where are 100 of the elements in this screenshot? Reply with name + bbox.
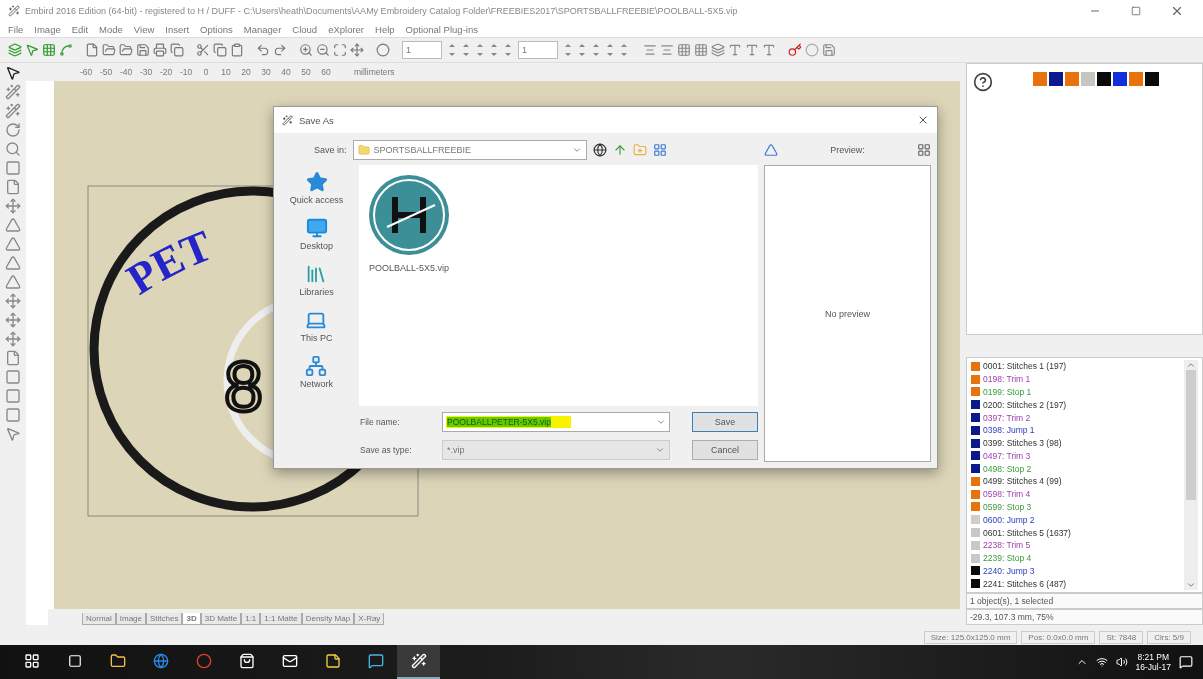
object-list-item[interactable]: 0200: Stitches 2 (197) [983,399,1067,410]
object-list-item[interactable]: 0198: Trim 1 [983,374,1031,385]
zoom-fit-icon[interactable] [333,43,347,57]
object-list-item[interactable]: 0499: Stitches 4 (99) [983,476,1062,487]
menu-item[interactable]: View [133,24,155,35]
undo-icon[interactable] [256,43,270,57]
page-icon[interactable] [5,179,21,195]
copy-icon[interactable] [170,43,184,57]
paste-icon[interactable] [230,43,244,57]
menu-item[interactable]: Optional Plug-ins [405,24,478,35]
view-tab[interactable]: Stitches [146,613,183,625]
globe-icon[interactable] [592,143,607,157]
letter-icon[interactable] [762,43,776,57]
menu-item[interactable]: File [8,24,24,35]
rectangle-icon[interactable] [5,407,21,423]
copy-icon[interactable] [213,43,227,57]
new-folder-icon[interactable] [632,143,647,157]
object-list-item[interactable]: 0599: Stop 3 [983,502,1032,512]
rectangle-icon[interactable] [5,388,21,404]
file-name-field[interactable]: POOLBALLPETER-5X5.vip [442,412,670,432]
app-logo-icon[interactable] [397,645,440,679]
design-document-entry[interactable]: POOLBALL-5X5.vip [367,173,451,273]
rectangle-icon[interactable] [5,160,21,176]
object-list-item[interactable]: 0498: Stop 2 [983,463,1032,474]
object-list-item[interactable]: 0397: Trim 2 [983,412,1031,423]
save-icon[interactable] [822,43,836,57]
menu-item[interactable]: Options [200,24,233,35]
triangle-icon[interactable] [5,255,21,271]
rotate-icon[interactable] [5,122,21,138]
color-swatch[interactable] [1065,72,1079,86]
align-icon[interactable] [660,43,674,57]
menu-item[interactable]: Insert [165,24,190,35]
object-list-item[interactable]: 0598: Trim 4 [983,489,1031,500]
place-item[interactable]: Desktop [300,217,333,251]
place-item[interactable]: Quick access [289,171,344,205]
menu-item[interactable]: Cloud [292,24,318,35]
view-tab[interactable]: Density Map [301,613,355,625]
object-list-item[interactable]: 0399: Stitches 3 (98) [983,438,1062,449]
cut-icon[interactable] [196,43,210,57]
triangle-icon[interactable] [5,217,21,233]
folder-dropdown[interactable]: SPORTSBALLFREEBIE [352,140,587,160]
close-icon[interactable] [917,114,929,126]
view-menu-icon[interactable] [652,143,667,157]
new-file-icon[interactable] [85,43,99,57]
redo-icon[interactable] [273,43,287,57]
cancel-button[interactable]: Cancel [692,440,758,460]
object-list-item[interactable]: 0600: Jump 2 [983,514,1035,525]
menu-item[interactable]: Help [375,24,395,35]
object-list-item[interactable]: 0199: Stop 1 [983,386,1032,397]
object-list-item[interactable]: 2241: Stitches 6 (487) [983,578,1067,589]
clock-time[interactable]: 8:21 PM [1137,652,1170,662]
align-icon[interactable] [643,43,657,57]
object-list-item[interactable]: 0001: Stitches 1 (197) [983,361,1067,372]
scrollbar[interactable] [1184,360,1198,590]
up-arrow-icon[interactable] [612,143,627,157]
grid-icon[interactable] [42,43,56,57]
volume-icon[interactable] [1115,656,1128,668]
color-swatch[interactable] [1081,72,1095,86]
pointer-icon[interactable] [5,65,21,81]
preview-toggle-icon[interactable] [764,143,778,157]
letter-icon[interactable] [728,43,742,57]
color-swatch[interactable] [1033,72,1047,86]
maximize-icon[interactable] [1131,6,1141,16]
menu-item[interactable]: eXplorer [328,24,365,35]
print-icon[interactable] [153,43,167,57]
place-item[interactable]: This PC [300,309,333,343]
pan-icon[interactable] [350,43,364,57]
network-icon[interactable] [1095,656,1108,668]
object-list-item[interactable]: 2240: Jump 3 [983,565,1035,576]
key-icon[interactable] [788,43,802,57]
layers-icon[interactable] [8,43,22,57]
grid-icon[interactable] [677,43,691,57]
open-folder-icon[interactable] [102,43,116,57]
options-icon[interactable] [917,143,931,157]
view-tab[interactable]: 1:1 Matte [260,613,302,625]
color-swatch[interactable] [1113,72,1127,86]
triangle-icon[interactable] [5,274,21,290]
file-type-dropdown[interactable]: *.vip [442,440,670,460]
rectangle-icon[interactable] [5,369,21,385]
view-tab[interactable]: Normal [82,613,116,625]
object-list-item[interactable]: 0497: Trim 3 [983,450,1031,461]
magnifier-icon[interactable] [5,141,21,157]
scroll-up-icon[interactable] [1186,360,1196,370]
color-swatch[interactable] [1145,72,1159,86]
stitch-icon[interactable] [59,43,73,57]
color-swatch[interactable] [1097,72,1111,86]
view-tab[interactable]: 3D [182,613,201,625]
zoom-in-icon[interactable] [299,43,313,57]
menu-item[interactable]: Manager [243,24,282,35]
page-icon[interactable] [5,350,21,366]
wand-icon[interactable] [5,103,21,119]
triangle-icon[interactable] [5,236,21,252]
color-swatch[interactable] [1049,72,1063,86]
view-tab[interactable]: Image [115,613,146,625]
notifications-icon[interactable] [1179,655,1193,669]
number-field[interactable]: 1 [402,41,442,59]
menu-item[interactable]: Mode [99,24,123,35]
grid-icon[interactable] [694,43,708,57]
save-icon[interactable] [136,43,150,57]
move-icon[interactable] [5,293,21,309]
